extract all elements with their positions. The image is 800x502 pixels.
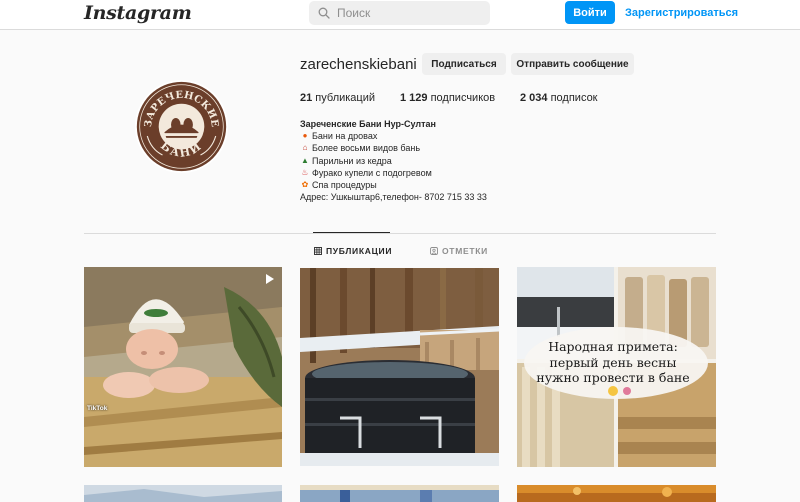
bio-line-text: Фурако купели с подогревом [312, 167, 432, 178]
posts-count-stat: 21 публикаций [300, 92, 375, 104]
post-thumbnail[interactable] [300, 268, 499, 466]
tab-tagged-label: ОТМЕТКИ [442, 246, 488, 256]
tab-posts-label: ПУБЛИКАЦИИ [326, 246, 393, 256]
search-input[interactable] [337, 6, 477, 20]
login-button[interactable]: Войти [565, 1, 615, 24]
bio-line-text: Спа процедуры [312, 180, 377, 191]
following-label: подписок [547, 92, 598, 104]
instagram-logo[interactable]: Instagram [84, 2, 192, 24]
bio-line-text: Бани на дровах [312, 131, 378, 142]
send-message-button[interactable]: Отправить сообщение [511, 53, 634, 75]
profile-username: zarechenskiebani [300, 56, 417, 73]
bio-line: ● Бани на дровах [300, 130, 487, 142]
posts-label: публикаций [312, 92, 376, 104]
profile-bio: Зареченские Бани Нур-Султан ● Бани на дро… [300, 118, 487, 203]
followers-stat[interactable]: 1 129 подписчиков [400, 92, 495, 104]
tab-tagged[interactable]: ОТМЕТКИ [430, 246, 488, 256]
search-icon [318, 7, 330, 19]
grid-icon [314, 247, 322, 255]
post-thumbnail[interactable] [300, 485, 499, 502]
bio-full-name: Зареченские Бани Нур-Султан [300, 119, 436, 129]
caption-line: нужно провести в бане [536, 370, 690, 385]
tabs-divider [84, 233, 716, 234]
bio-line: ♨ Фурако купели с подогревом [300, 167, 487, 179]
caption-line: первый день весны [549, 354, 677, 370]
tab-posts[interactable]: ПУБЛИКАЦИИ [314, 246, 392, 256]
profile-avatar[interactable]: ЗАРЕЧЕНСКИЕ БАНИ [134, 79, 229, 174]
bio-line: ⌂ Более восьми видов бань [300, 142, 487, 154]
bio-line: ✿ Спа процедуры [300, 179, 487, 191]
post-thumbnail[interactable] [84, 485, 282, 502]
tagged-user-icon [430, 247, 438, 255]
post-thumbnail[interactable] [84, 267, 282, 467]
post-caption-overlay: Народная примета: первый день весны нужн… [527, 335, 699, 399]
following-stat[interactable]: 2 034 подписок [520, 92, 598, 104]
followers-label: подписчиков [427, 92, 496, 104]
post-thumbnail[interactable] [517, 485, 716, 502]
register-link[interactable]: Зарегистрироваться [625, 7, 738, 19]
house-icon: ⌂ [302, 143, 308, 153]
bio-line: ▲ Парильни из кедра [300, 155, 487, 167]
fire-icon: ● [302, 131, 308, 141]
caption-line: Народная примета: [548, 339, 678, 354]
hot-spring-icon: ♨ [301, 167, 309, 177]
spa-flower-icon: ✿ [301, 180, 309, 190]
top-navigation-bar: Instagram Войти Зарегистрироваться [0, 0, 800, 30]
active-tab-indicator [313, 232, 390, 233]
posts-count: 21 [300, 92, 313, 104]
followers-count: 1 129 [400, 92, 428, 104]
following-count: 2 034 [520, 92, 548, 104]
bio-line-text: Более восьми видов бань [312, 143, 421, 154]
tree-icon: ▲ [301, 155, 309, 165]
bio-address: Адрес: Ушкыштар6,телефон- 8702 715 33 33 [300, 192, 487, 203]
follow-button[interactable]: Подписаться [422, 53, 506, 75]
bio-line-text: Парильни из кедра [312, 155, 392, 166]
tiktok-watermark: TikTok [87, 405, 108, 412]
search-box[interactable] [309, 1, 490, 25]
